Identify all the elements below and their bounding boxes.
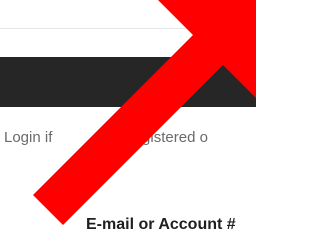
login-hint-text-left: Login if (4, 129, 53, 146)
login-hint-text: Login if registered o (4, 128, 256, 148)
red-arrow-shape (33, 0, 256, 225)
arrow-up-right-icon (33, 0, 256, 225)
login-hint-text-right: registered o (128, 129, 208, 146)
email-or-account-label: E-mail or Account # (86, 216, 236, 233)
header-bar (0, 57, 256, 107)
top-strip (0, 0, 256, 29)
screenshot-page: Login if registered o E-mail or Account … (0, 0, 256, 245)
